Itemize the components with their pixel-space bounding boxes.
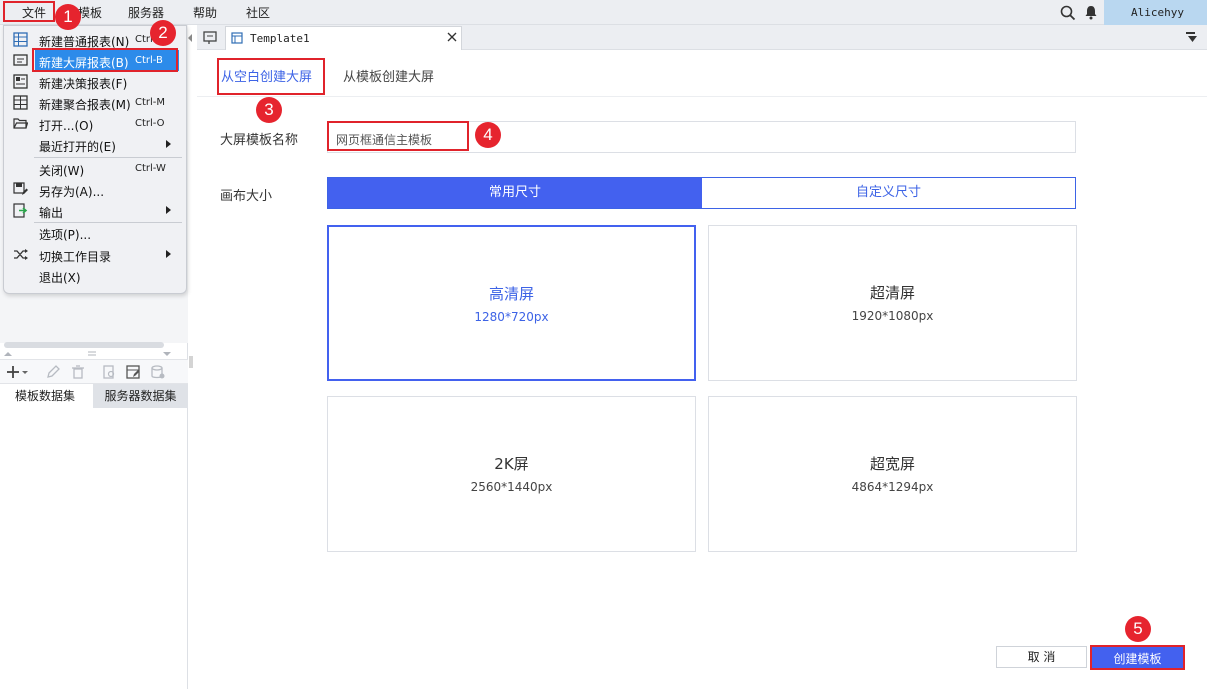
- menu-item-recent[interactable]: 最近打开的(E): [4, 134, 186, 155]
- menubar: 文件 模板 服务器 帮助 社区 Alicehyy: [0, 0, 1207, 25]
- size-card-ultrawide[interactable]: 超宽屏 4864*1294px: [708, 396, 1077, 552]
- panel-splitter[interactable]: [0, 349, 188, 359]
- scroll-left-icon[interactable]: [187, 33, 193, 43]
- card-dimensions: 2560*1440px: [470, 480, 553, 494]
- file-menu-highlight: [3, 1, 55, 22]
- shuffle-icon: [14, 249, 28, 260]
- template-file-icon: [231, 32, 243, 44]
- tab-template1[interactable]: Template1: [225, 26, 462, 50]
- size-card-hd[interactable]: 高清屏 1280*720px: [327, 225, 696, 381]
- template-name-label: 大屏模板名称: [220, 133, 299, 148]
- menu-item-save-as[interactable]: 另存为(A)...: [4, 179, 186, 200]
- tab-label: Template1: [250, 32, 310, 45]
- size-card-fhd[interactable]: 超清屏 1920*1080px: [708, 225, 1077, 381]
- blank-tab-highlight: [217, 58, 325, 95]
- editor-tab-bar: Template1: [188, 25, 1207, 50]
- tab-menu-icon[interactable]: [1185, 31, 1199, 44]
- menu-item-switch-workdir[interactable]: 切换工作目录: [4, 244, 186, 265]
- main-panel: 从空白创建大屏 从模板创建大屏 大屏模板名称 网页框通信主模板 画布大小 常用尺…: [197, 50, 1207, 689]
- card-dimensions: 1920*1080px: [851, 309, 934, 323]
- menu-item-shortcut: Ctrl-W: [135, 163, 166, 174]
- delete-icon[interactable]: [70, 364, 86, 380]
- menu-item-label: 打开...(O): [39, 119, 94, 133]
- export-icon: [13, 203, 28, 218]
- menu-community[interactable]: 社区: [246, 4, 270, 21]
- vertical-splitter-handle[interactable]: [189, 356, 193, 368]
- menu-item-label: 关闭(W): [39, 164, 85, 178]
- common-size-button[interactable]: 常用尺寸: [328, 178, 702, 208]
- menu-item-open[interactable]: 打开...(O) Ctrl-O: [4, 113, 186, 134]
- tab-server-dataset[interactable]: 服务器数据集: [93, 384, 188, 408]
- card-title: 2K屏: [494, 455, 529, 473]
- new-dashboard-highlight: [32, 48, 178, 72]
- canvas-size-mode: 常用尺寸 自定义尺寸: [327, 177, 1076, 209]
- step-badge: 5: [1125, 616, 1151, 642]
- divider: [197, 96, 1207, 97]
- tab-template-dataset[interactable]: 模板数据集: [0, 384, 90, 408]
- preview-icon[interactable]: [101, 364, 117, 380]
- menu-item-exit[interactable]: 退出(X): [4, 265, 186, 286]
- menu-server[interactable]: 服务器: [128, 4, 164, 21]
- tab-create-from-template[interactable]: 从模板创建大屏: [343, 66, 434, 85]
- user-name: Alicehyy: [1131, 6, 1184, 19]
- dataset-edit-icon[interactable]: [125, 364, 141, 380]
- screen-icon: [13, 54, 28, 66]
- database-icon[interactable]: [150, 364, 166, 380]
- bell-icon[interactable]: [1084, 5, 1098, 20]
- menu-item-label: 输出: [39, 206, 64, 220]
- submenu-arrow-icon: [166, 140, 171, 148]
- menu-item-label: 退出(X): [39, 271, 81, 285]
- card-dimensions: 1280*720px: [474, 310, 549, 324]
- menu-item-options[interactable]: 选项(P)...: [4, 222, 186, 243]
- save-as-icon: [13, 182, 28, 195]
- cancel-button[interactable]: 取 消: [996, 646, 1087, 668]
- decision-report-icon: [13, 74, 28, 89]
- name-input-highlight: [327, 121, 469, 151]
- submenu-arrow-icon: [166, 250, 171, 258]
- menu-help[interactable]: 帮助: [193, 4, 217, 21]
- menu-item-shortcut: Ctrl-M: [135, 97, 166, 108]
- close-icon[interactable]: [446, 31, 458, 43]
- create-template-button[interactable]: 创建模板: [1090, 645, 1185, 670]
- card-title: 超宽屏: [869, 455, 915, 473]
- menu-item-label: 新建聚合报表(M): [39, 98, 131, 112]
- step-badge: 2: [150, 20, 176, 46]
- folder-open-icon: [13, 118, 28, 129]
- add-dataset-icon[interactable]: [5, 364, 29, 380]
- size-card-2k[interactable]: 2K屏 2560*1440px: [327, 396, 696, 552]
- custom-size-button[interactable]: 自定义尺寸: [702, 178, 1075, 208]
- dataset-tabs: 模板数据集 服务器数据集: [0, 384, 188, 408]
- step-badge: 4: [475, 122, 501, 148]
- sidebar-scrollbar[interactable]: [4, 342, 164, 348]
- aggregate-report-icon: [13, 95, 28, 110]
- menu-item-label: 最近打开的(E): [39, 140, 116, 154]
- card-title: 超清屏: [869, 284, 915, 302]
- dataset-toolbar: [0, 359, 188, 384]
- menu-item-label: 新建决策报表(F): [39, 77, 128, 91]
- submenu-arrow-icon: [166, 206, 171, 214]
- card-dimensions: 4864*1294px: [851, 480, 934, 494]
- menu-item-export[interactable]: 输出: [4, 200, 186, 221]
- search-icon[interactable]: [1060, 5, 1076, 21]
- step-badge: 1: [55, 4, 81, 30]
- menu-item-label: 另存为(A)...: [39, 185, 105, 199]
- menu-template[interactable]: 模板: [78, 4, 102, 21]
- step-badge: 3: [256, 97, 282, 123]
- canvas-size-label: 画布大小: [220, 189, 273, 204]
- card-title: 高清屏: [488, 285, 534, 303]
- menu-item-label: 切换工作目录: [39, 250, 112, 264]
- grid-report-icon: [13, 32, 28, 47]
- tab-list-icon[interactable]: [203, 30, 218, 45]
- menu-item-close[interactable]: 关闭(W) Ctrl-W: [4, 158, 186, 179]
- menu-item-new-decision-report[interactable]: 新建决策报表(F): [4, 71, 186, 92]
- menu-item-label: 选项(P)...: [39, 228, 92, 242]
- menu-item-shortcut: Ctrl-O: [135, 118, 165, 129]
- user-account[interactable]: Alicehyy: [1104, 0, 1207, 25]
- menu-item-new-aggregate-report[interactable]: 新建聚合报表(M) Ctrl-M: [4, 92, 186, 113]
- edit-icon[interactable]: [45, 364, 61, 380]
